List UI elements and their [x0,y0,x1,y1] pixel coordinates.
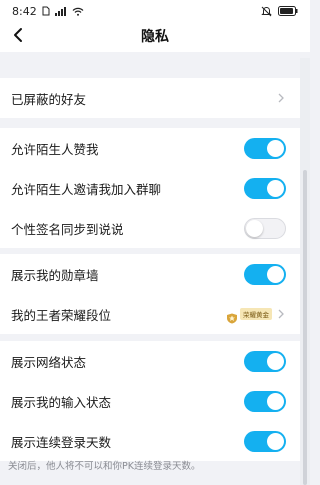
typing-status-label: 展示我的输入状态 [11,394,112,410]
medal-wall-toggle[interactable] [244,263,286,285]
medal-wall-row: 展示我的勋章墙 [0,254,300,294]
login-streak-toggle[interactable] [244,430,286,452]
login-streak-row: 展示连续登录天数 [0,421,300,461]
status-right [261,6,298,17]
section-stranger: 允许陌生人赞我 允许陌生人邀请我加入群聊 个性签名同步到说说 [0,128,300,248]
toggle-knob [267,179,284,197]
toggle-knob [267,139,284,157]
allow-stranger-like-label: 允许陌生人赞我 [11,141,99,157]
network-status-row: 展示网络状态 [0,341,300,381]
typing-status-row: 展示我的输入状态 [0,381,300,421]
toggle-knob [267,432,284,450]
chevron-right-icon [278,93,286,103]
signature-sync-row: 个性签名同步到说说 [0,208,300,248]
chevron-right-icon [278,309,286,319]
login-streak-label: 展示连续登录天数 [11,434,112,450]
rank-shield-icon [226,309,238,323]
signature-sync-toggle[interactable] [244,217,286,239]
allow-stranger-invite-toggle[interactable] [244,177,286,199]
mute-icon [261,6,272,17]
blocked-friends-label: 已屏蔽的好友 [11,91,87,107]
section-badges: 展示我的勋章墙 我的王者荣耀段位 荣耀黄金 [0,254,300,334]
blocked-friends-row[interactable]: 已屏蔽的好友 [0,78,300,118]
section-status: 展示网络状态 展示我的输入状态 展示连续登录天数 [0,341,300,461]
sim-icon [42,6,50,16]
allow-stranger-like-toggle[interactable] [244,137,286,159]
allow-stranger-invite-label: 允许陌生人邀请我加入群聊 [11,181,162,197]
signal-icon [54,6,67,16]
toggle-knob [267,392,284,410]
footer-note: 关闭后，他人将不可以和你PK连续登录天数。 [8,461,201,472]
status-time: 8:42 [12,4,37,18]
king-rank-row[interactable]: 我的王者荣耀段位 荣耀黄金 [0,294,300,334]
allow-stranger-invite-row: 允许陌生人邀请我加入群聊 [0,168,300,208]
typing-status-toggle[interactable] [244,390,286,412]
rank-badge: 荣耀黄金 [226,308,272,323]
network-status-toggle[interactable] [244,350,286,372]
page-title: 隐私 [141,29,169,45]
toggle-knob [246,219,263,237]
network-status-label: 展示网络状态 [11,354,87,370]
rank-tag: 荣耀黄金 [240,308,272,320]
king-rank-label: 我的王者荣耀段位 [11,307,112,323]
scrollbar-thumb[interactable] [303,170,307,485]
status-bar: 8:42 [0,0,310,22]
status-left: 8:42 [12,5,84,18]
nav-bar: 隐私 [0,22,310,52]
section-blocked: 已屏蔽的好友 [0,78,300,118]
toggle-knob [267,352,284,370]
toggle-knob [267,265,284,283]
wifi-icon [72,7,84,16]
battery-icon [278,6,298,16]
signature-sync-label: 个性签名同步到说说 [11,221,124,237]
allow-stranger-like-row: 允许陌生人赞我 [0,128,300,168]
medal-wall-label: 展示我的勋章墙 [11,267,99,283]
